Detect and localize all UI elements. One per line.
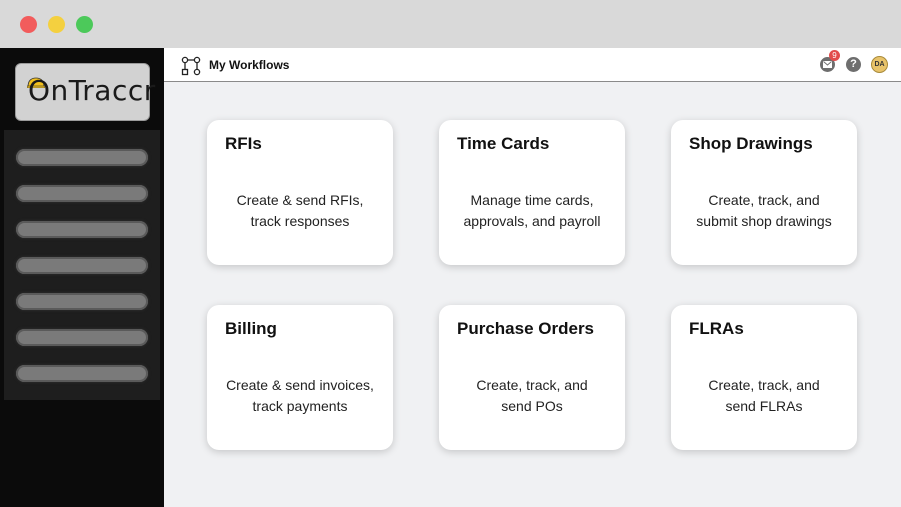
card-title: FLRAs <box>689 319 744 338</box>
card-title: Billing <box>225 319 277 338</box>
sidebar-item[interactable] <box>16 293 148 310</box>
workflow-icon <box>181 56 201 76</box>
maximize-window-button[interactable] <box>76 16 93 33</box>
sidebar-item[interactable] <box>16 257 148 274</box>
sidebar-nav <box>4 130 160 400</box>
workflow-card-rfis[interactable]: RFIs Create & send RFIs, track responses <box>207 120 393 265</box>
help-icon[interactable]: ? <box>846 57 861 72</box>
app-logo[interactable]: OnTraccr <box>15 63 155 121</box>
card-title: Purchase Orders <box>457 319 595 338</box>
card-description: Create, track, and submit shop drawings <box>696 192 832 229</box>
workflow-card-flras[interactable]: FLRAs Create, track, and send FLRAs <box>671 305 857 450</box>
notification-count-badge: 9 <box>829 50 840 61</box>
card-title: Shop Drawings <box>689 134 813 153</box>
sidebar-item[interactable] <box>16 149 148 166</box>
workflow-card-time-cards[interactable]: Time Cards Manage time cards, approvals,… <box>439 120 625 265</box>
card-title: Time Cards <box>457 134 550 153</box>
page-header: My Workflows 9 ? DA <box>164 48 901 82</box>
sidebar-item[interactable] <box>16 329 148 346</box>
card-description: Create & send invoices, track payments <box>226 377 374 414</box>
sidebar: OnTraccr <box>0 48 164 507</box>
user-avatar[interactable]: DA <box>871 56 888 73</box>
card-description: Manage time cards, approvals, and payrol… <box>463 192 601 229</box>
close-window-button[interactable] <box>20 16 37 33</box>
logo-text: OnTraccr <box>28 74 156 107</box>
sidebar-item[interactable] <box>16 221 148 238</box>
card-title: RFIs <box>225 134 262 153</box>
workflow-card-purchase-orders[interactable]: Purchase Orders Create, track, and send … <box>439 305 625 450</box>
card-description: Create, track, and send POs <box>476 377 588 414</box>
window-titlebar <box>0 0 901 48</box>
workflows-grid: RFIs Create & send RFIs, track responses… <box>164 82 901 507</box>
workflow-card-billing[interactable]: Billing Create & send invoices, track pa… <box>207 305 393 450</box>
page-title: My Workflows <box>209 58 290 72</box>
card-description: Create & send RFIs, track responses <box>236 192 364 229</box>
minimize-window-button[interactable] <box>48 16 65 33</box>
card-description: Create, track, and send FLRAs <box>708 377 820 414</box>
workflow-card-shop-drawings[interactable]: Shop Drawings Create, track, and submit … <box>671 120 857 265</box>
sidebar-item[interactable] <box>16 365 148 382</box>
sidebar-item[interactable] <box>16 185 148 202</box>
